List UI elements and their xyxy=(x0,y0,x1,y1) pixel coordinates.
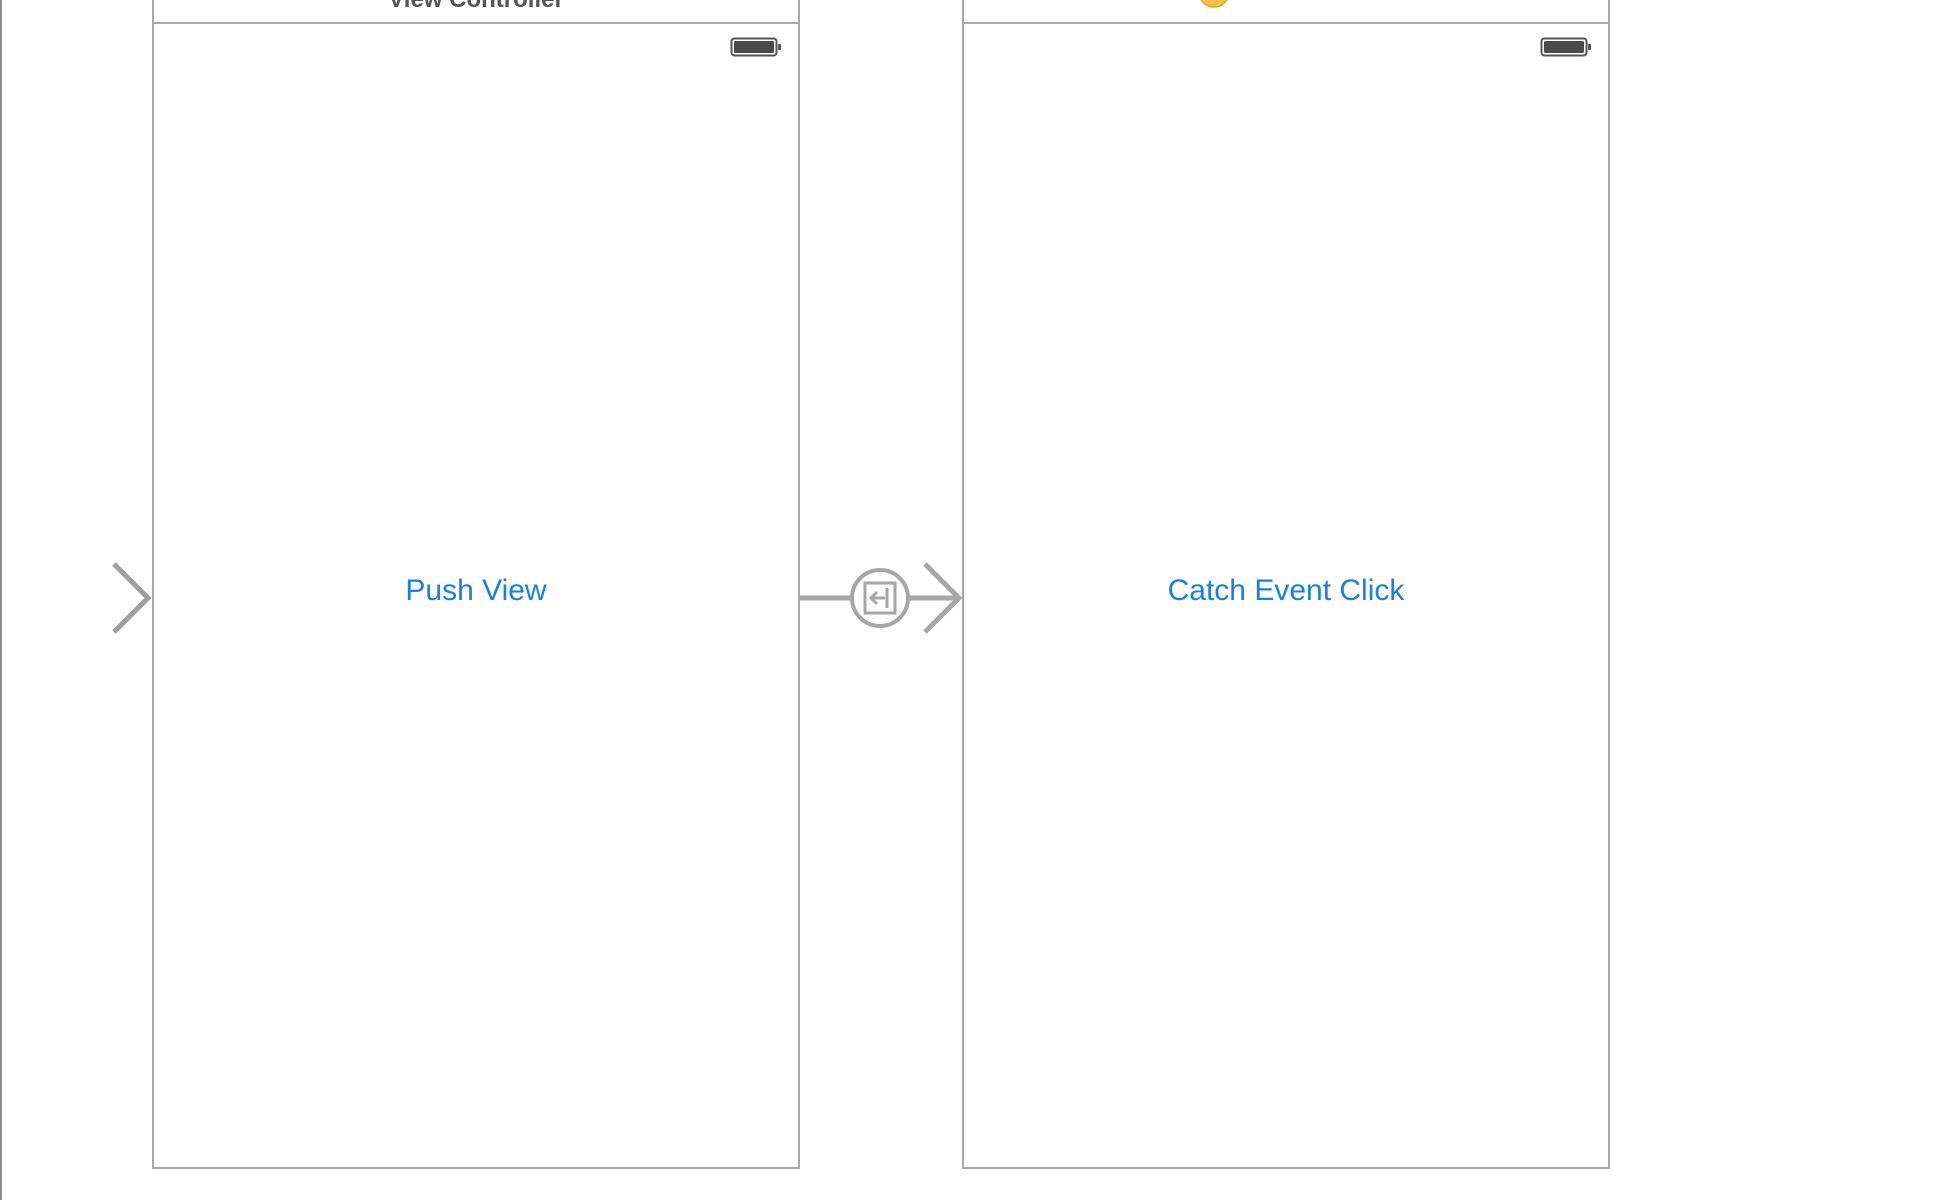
exit-icon[interactable] xyxy=(1348,0,1380,10)
storyboard-canvas: View Controller Push View xyxy=(0,0,1950,1200)
scene-dock-catch-event[interactable] xyxy=(962,0,1610,24)
catch-event-scene[interactable]: Catch Event Click xyxy=(962,24,1610,1169)
view-controller-icon[interactable] xyxy=(1198,0,1230,10)
catch-event-click-button[interactable]: Catch Event Click xyxy=(964,574,1608,608)
initial-view-controller-arrow-icon[interactable] xyxy=(0,560,154,636)
first-responder-icon[interactable] xyxy=(1273,0,1305,10)
push-segue-icon[interactable] xyxy=(799,560,967,636)
scene-title: View Controller xyxy=(154,0,798,14)
push-view-button[interactable]: Push View xyxy=(154,574,798,608)
battery-icon xyxy=(730,37,781,57)
battery-icon xyxy=(1540,37,1591,57)
view-controller-scene[interactable]: Push View xyxy=(152,24,800,1169)
scene-dock-view-controller[interactable]: View Controller xyxy=(152,0,800,24)
